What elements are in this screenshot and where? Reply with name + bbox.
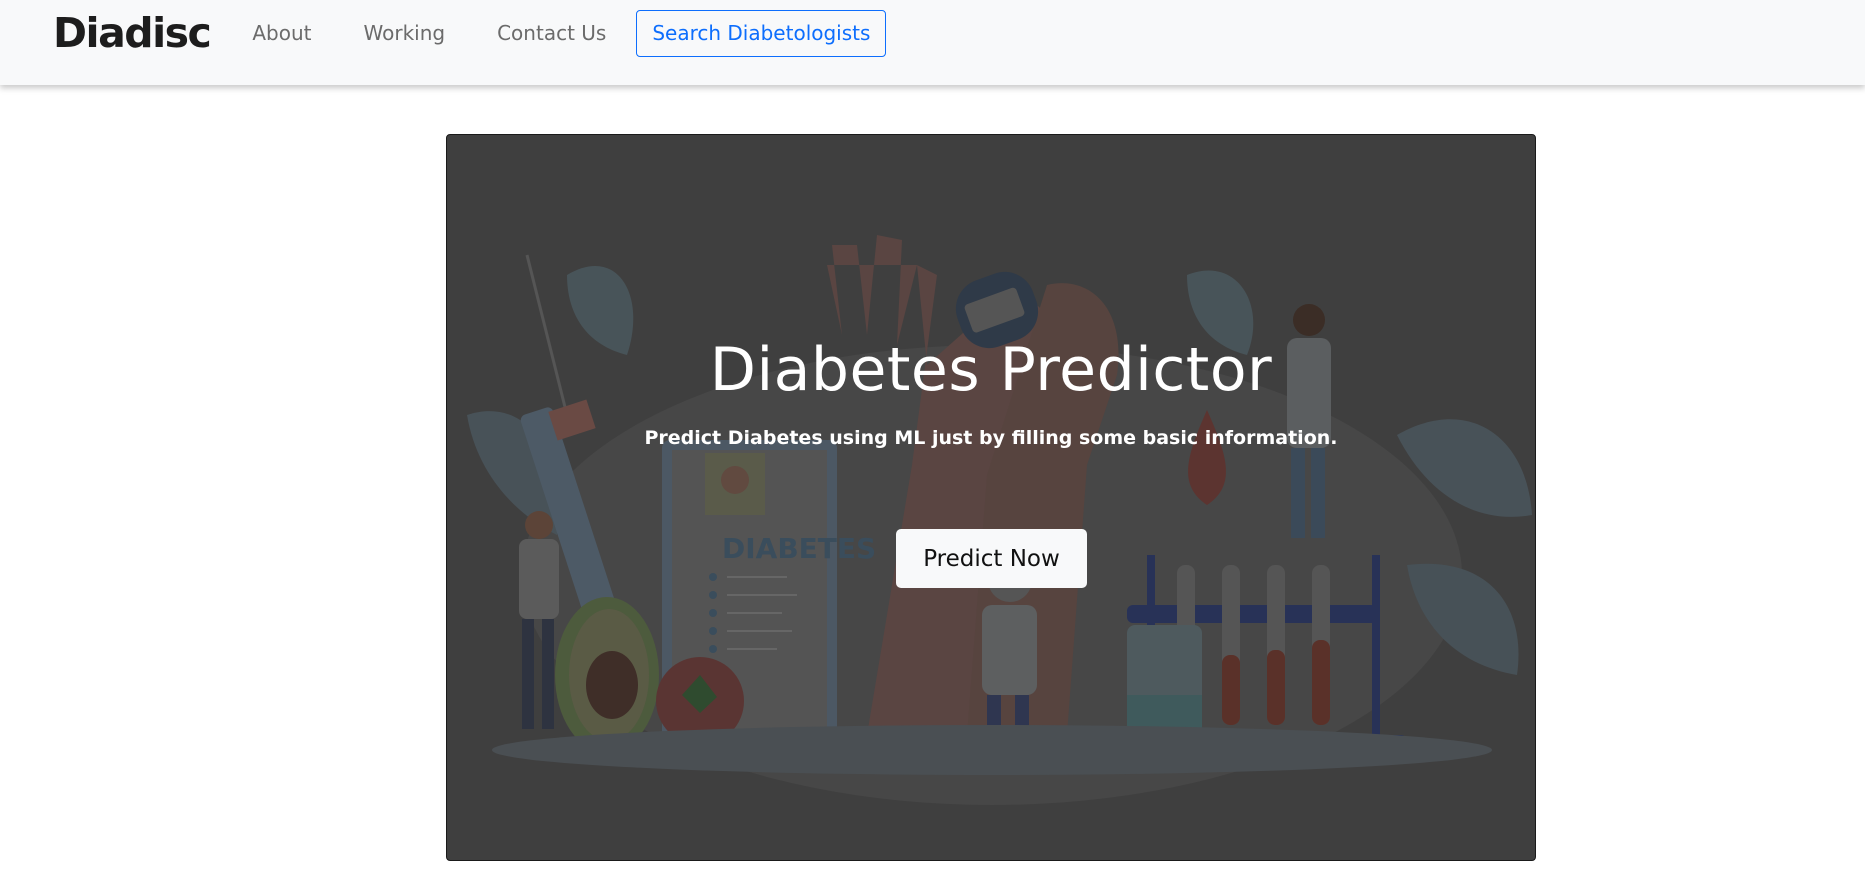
hero-title: Diabetes Predictor (709, 335, 1273, 405)
navbar: Diadisc About Working Contact Us Search … (0, 0, 1865, 85)
brand-logo[interactable]: Diadisc (53, 10, 212, 56)
hero-subtitle: Predict Diabetes using ML just by fillin… (644, 427, 1338, 449)
nav-link-contact[interactable]: Contact Us (497, 10, 606, 56)
predict-now-button[interactable]: Predict Now (896, 529, 1087, 588)
hero-content: Diabetes Predictor Predict Diabetes usin… (447, 135, 1535, 860)
search-diabetologists-button[interactable]: Search Diabetologists (636, 10, 887, 57)
hero-card: DIABETES Diabetes Predictor Predict Diab… (446, 134, 1536, 861)
nav-link-working[interactable]: Working (364, 10, 446, 56)
nav-link-about[interactable]: About (252, 10, 311, 56)
